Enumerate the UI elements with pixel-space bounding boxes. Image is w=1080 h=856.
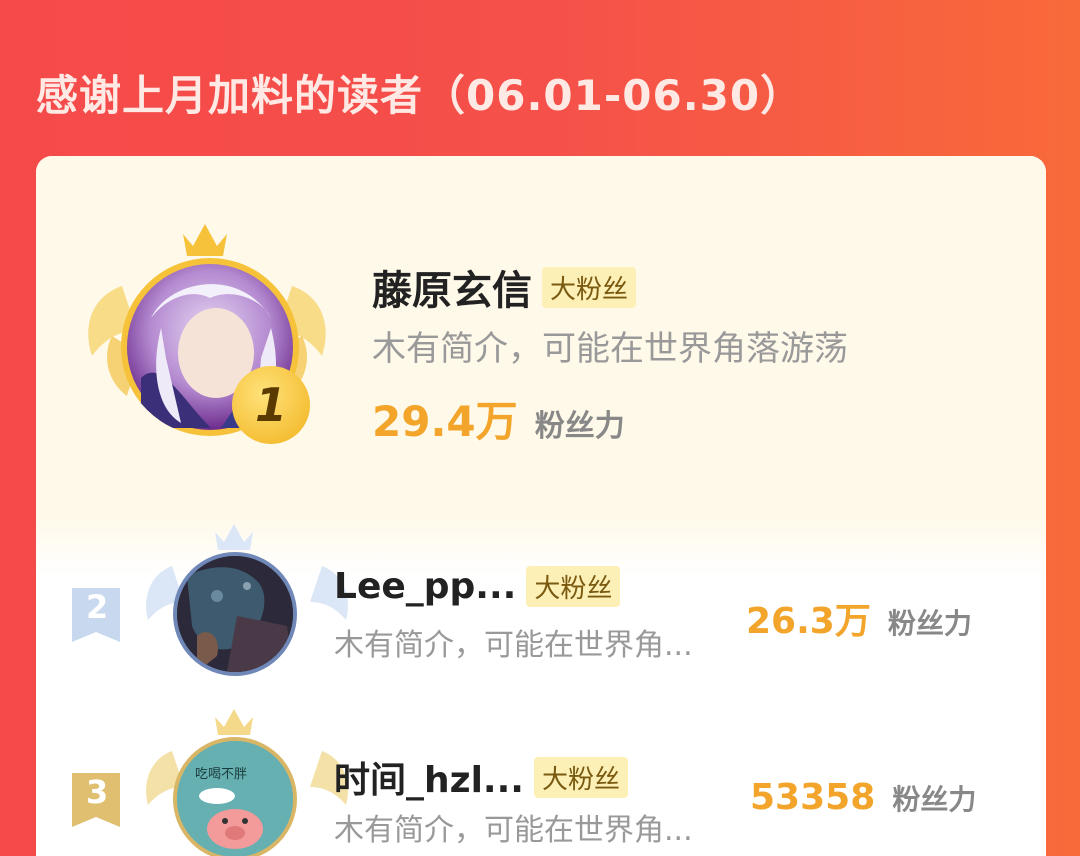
fans-value: 29.4万 — [372, 397, 518, 446]
big-fan-badge: 大粉丝 — [526, 566, 621, 607]
fans-value: 53358 — [750, 777, 876, 818]
big-fan-badge: 大粉丝 — [533, 756, 628, 798]
rank-1-medal: 1 — [232, 366, 310, 444]
reader-bio: 木有简介，可能在世界角落游荡 — [372, 329, 848, 369]
reader-item-rank-1[interactable]: 1 藤原玄信 大粉丝 木有简介，可能在世界角落游荡 29.4万 粉丝力 — [36, 156, 1046, 516]
avatar[interactable] — [173, 552, 297, 676]
page-title: 感谢上月加料的读者（06.01-06.30） — [36, 71, 804, 120]
reader-name: Lee_pp... — [334, 566, 517, 607]
reader-name: 时间_hzl... — [334, 760, 524, 801]
big-fan-badge: 大粉丝 — [542, 266, 637, 308]
reader-item-rank-2[interactable]: 2 Lee_pp... 大粉丝 木有简介，可能在世界角... 26.3万 粉丝力 — [36, 524, 1046, 686]
reader-bio: 木有简介，可能在世界角... — [334, 628, 693, 663]
reader-bio: 木有简介，可能在世界角... — [334, 813, 693, 848]
reader-name: 藤原玄信 — [372, 268, 532, 314]
crown-icon — [183, 224, 227, 256]
avatar[interactable]: 吃喝不胖 — [173, 737, 297, 856]
fans-label: 粉丝力 — [892, 783, 977, 816]
reader-ranking-card: 1 藤原玄信 大粉丝 木有简介，可能在世界角落游荡 29.4万 粉丝力 2 Le… — [36, 156, 1046, 856]
reader-item-rank-3[interactable]: 3 吃喝不胖 时间_hzl... 大粉丝 木有简介，可能在世界角... 5335… — [36, 709, 1046, 856]
silver-crown-icon — [215, 524, 253, 550]
fans-value: 26.3万 — [746, 601, 871, 642]
fans-label: 粉丝力 — [887, 607, 972, 640]
fans-label: 粉丝力 — [534, 409, 625, 444]
bronze-crown-icon — [215, 709, 253, 735]
